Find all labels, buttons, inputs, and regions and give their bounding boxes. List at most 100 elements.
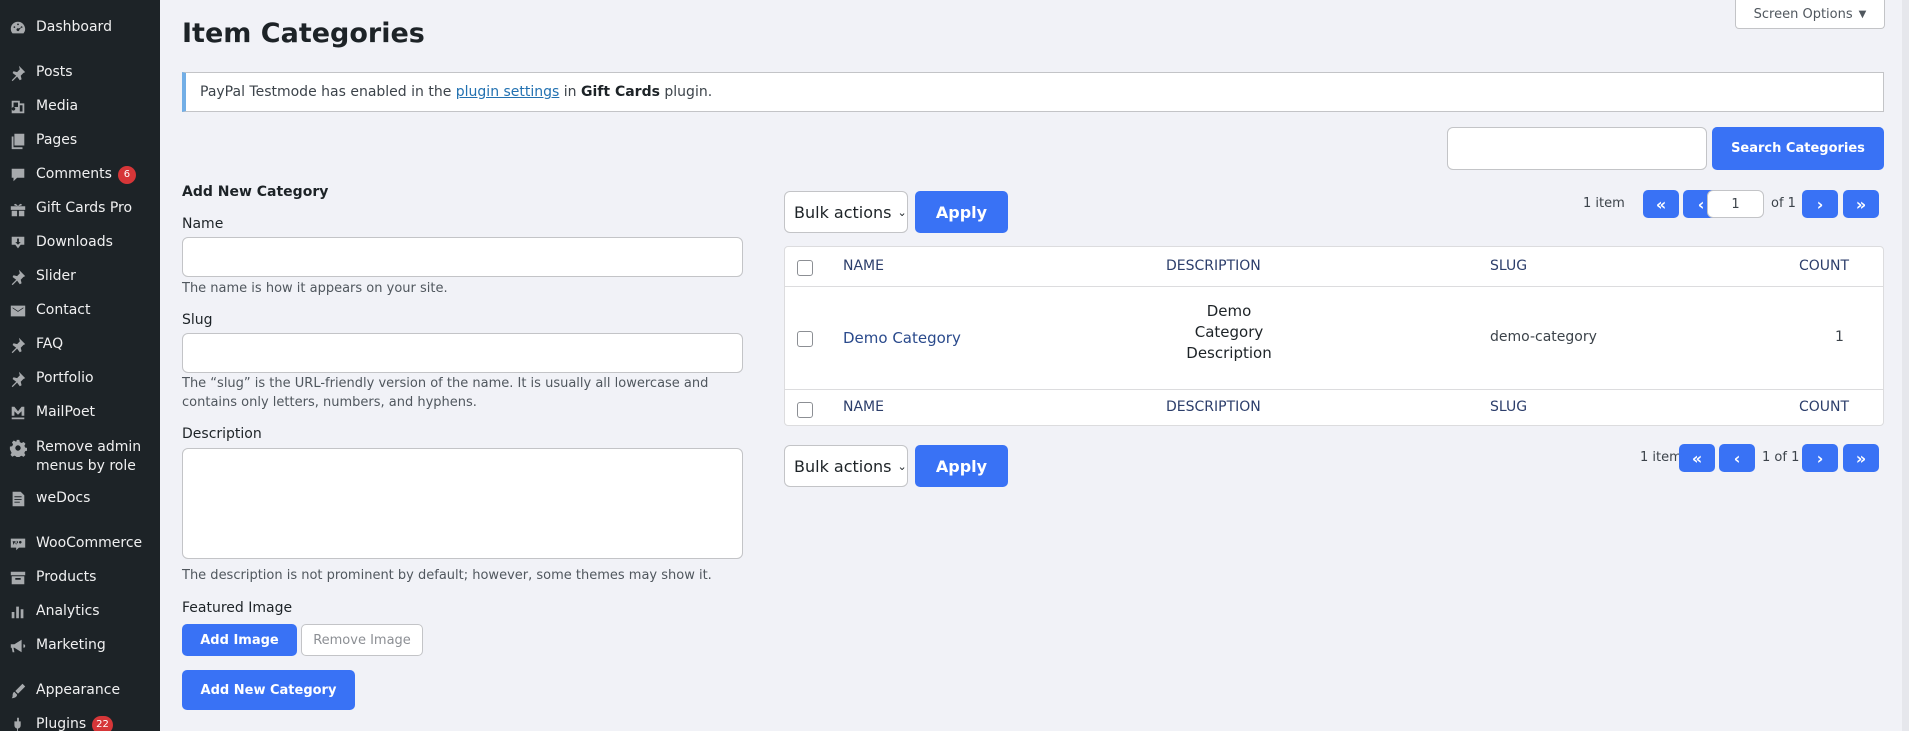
next-page-button-top[interactable]: › <box>1802 190 1838 218</box>
sidebar-item-label: Comments 6 <box>36 164 136 184</box>
admin-sidebar: Dashboard Posts Media Pages Comments 6 Gi… <box>0 0 160 731</box>
item-count-bottom: 1 item <box>1640 450 1682 465</box>
last-page-button-top[interactable]: » <box>1843 190 1879 218</box>
category-description: Demo Category Description <box>1186 302 1272 362</box>
page-scrollbar[interactable] <box>1902 0 1909 731</box>
gift-icon <box>0 198 36 220</box>
sidebar-item-gift-cards-pro[interactable]: Gift Cards Pro <box>0 198 160 220</box>
plugin-settings-link[interactable]: plugin settings <box>456 84 560 100</box>
mailpoet-icon <box>0 402 36 424</box>
prev-page-button-bottom[interactable]: ‹ <box>1719 444 1755 472</box>
slug-label: Slug <box>182 312 213 328</box>
notice-plugin-name: Gift Cards <box>581 84 660 100</box>
screen-options-label: Screen Options <box>1753 6 1853 22</box>
notice-prefix: PayPal Testmode has enabled in the <box>200 84 452 100</box>
remove-image-button[interactable]: Remove Image <box>301 624 423 656</box>
sidebar-item-slider[interactable]: Slider <box>0 266 160 288</box>
sidebar-item-mailpoet[interactable]: MailPoet <box>0 402 160 424</box>
download-icon <box>0 232 36 254</box>
sidebar-item-label: Analytics <box>36 603 100 619</box>
column-footer-slug[interactable]: SLUG <box>1490 399 1527 415</box>
sidebar-item-faq[interactable]: FAQ <box>0 334 160 356</box>
sidebar-item-portfolio[interactable]: Portfolio <box>0 368 160 390</box>
sidebar-item-products[interactable]: Products <box>0 567 160 589</box>
caret-down-icon: ▼ <box>1858 8 1867 20</box>
current-page-input[interactable]: 1 <box>1707 190 1764 218</box>
sidebar-item-label: Appearance <box>36 682 121 698</box>
row-checkbox[interactable] <box>797 331 813 347</box>
item-count-top: 1 item <box>1583 196 1625 211</box>
sidebar-item-wedocs[interactable]: weDocs <box>0 488 160 510</box>
category-name-link[interactable]: Demo Category <box>843 329 961 347</box>
sidebar-item-label: Media <box>36 98 79 114</box>
sidebar-item-label: Marketing <box>36 637 106 653</box>
sidebar-item-marketing[interactable]: Marketing <box>0 635 160 657</box>
sidebar-item-media[interactable]: Media <box>0 96 160 118</box>
main-content: Item Categories Screen Options ▼ PayPal … <box>160 0 1909 731</box>
last-page-button-bottom[interactable]: » <box>1843 444 1879 472</box>
sidebar-item-contact[interactable]: Contact <box>0 300 160 322</box>
sidebar-item-remove-admin-menus[interactable]: Remove admin menus by role <box>0 437 160 476</box>
apply-button-top[interactable]: Apply <box>915 191 1008 233</box>
add-image-button[interactable]: Add Image <box>182 624 297 656</box>
column-footer-description: DESCRIPTION <box>1166 399 1261 415</box>
add-new-category-button[interactable]: Add New Category <box>182 670 355 710</box>
bulk-actions-select-top[interactable]: Bulk actions ⌄ <box>784 191 908 233</box>
dashboard-icon <box>0 17 36 39</box>
sidebar-item-label: Dashboard <box>36 19 112 35</box>
gear-icon <box>0 437 36 459</box>
featured-image-label: Featured Image <box>182 600 293 616</box>
description-help-text: The description is not prominent by defa… <box>182 568 712 583</box>
select-all-checkbox-bottom[interactable] <box>797 402 813 418</box>
plugins-count-badge: 22 <box>92 716 113 731</box>
doc-icon <box>0 488 36 510</box>
sidebar-item-label: Remove admin menus by role <box>36 439 142 474</box>
sidebar-item-appearance[interactable]: Appearance <box>0 680 160 702</box>
sidebar-item-label: WooCommerce <box>36 535 143 551</box>
comment-icon <box>0 164 36 186</box>
description-textarea[interactable] <box>182 448 743 559</box>
category-slug: demo-category <box>1490 329 1597 345</box>
slug-input[interactable] <box>182 333 743 373</box>
sidebar-item-label: Plugins 22 <box>36 714 113 731</box>
sidebar-item-plugins[interactable]: Plugins 22 <box>0 714 160 731</box>
sidebar-item-downloads[interactable]: Downloads <box>0 232 160 254</box>
sidebar-item-dashboard[interactable]: Dashboard <box>0 17 160 39</box>
search-categories-input[interactable] <box>1447 127 1707 170</box>
page-total-top: of 1 <box>1771 196 1796 211</box>
column-header-name[interactable]: NAME <box>843 258 884 274</box>
sidebar-item-woocommerce[interactable]: WooCommerce <box>0 533 160 555</box>
column-footer-count[interactable]: COUNT <box>1799 399 1849 415</box>
apply-button-bottom[interactable]: Apply <box>915 445 1008 487</box>
pin-icon <box>0 334 36 356</box>
bulk-actions-select-bottom[interactable]: Bulk actions ⌄ <box>784 445 908 487</box>
brush-icon <box>0 680 36 702</box>
first-page-button-top[interactable]: « <box>1643 190 1679 218</box>
first-page-button-bottom[interactable]: « <box>1679 444 1715 472</box>
column-header-slug[interactable]: SLUG <box>1490 258 1527 274</box>
sidebar-item-comments[interactable]: Comments 6 <box>0 164 160 186</box>
sidebar-item-label: Gift Cards Pro <box>36 200 133 216</box>
next-page-button-bottom[interactable]: › <box>1802 444 1838 472</box>
bulk-actions-label: Bulk actions <box>794 202 892 222</box>
select-all-checkbox-top[interactable] <box>797 260 813 276</box>
sidebar-item-posts[interactable]: Posts <box>0 62 160 84</box>
screen-options-button[interactable]: Screen Options ▼ <box>1735 0 1885 29</box>
sidebar-item-label: Portfolio <box>36 370 94 386</box>
chevron-down-icon: ⌄ <box>897 459 907 473</box>
column-header-count[interactable]: COUNT <box>1799 258 1849 274</box>
sidebar-item-analytics[interactable]: Analytics <box>0 601 160 623</box>
sidebar-item-label: MailPoet <box>36 404 96 420</box>
woo-icon <box>0 533 36 555</box>
search-categories-button[interactable]: Search Categories <box>1712 127 1884 170</box>
pin-icon <box>0 266 36 288</box>
add-category-heading: Add New Category <box>182 184 329 200</box>
sidebar-item-label: weDocs <box>36 490 91 506</box>
name-input[interactable] <box>182 237 743 277</box>
sidebar-item-pages[interactable]: Pages <box>0 130 160 152</box>
notice-middle: in <box>563 84 577 100</box>
column-footer-name[interactable]: NAME <box>843 399 884 415</box>
sidebar-item-label: Slider <box>36 268 76 284</box>
name-label: Name <box>182 216 224 232</box>
archive-icon <box>0 567 36 589</box>
